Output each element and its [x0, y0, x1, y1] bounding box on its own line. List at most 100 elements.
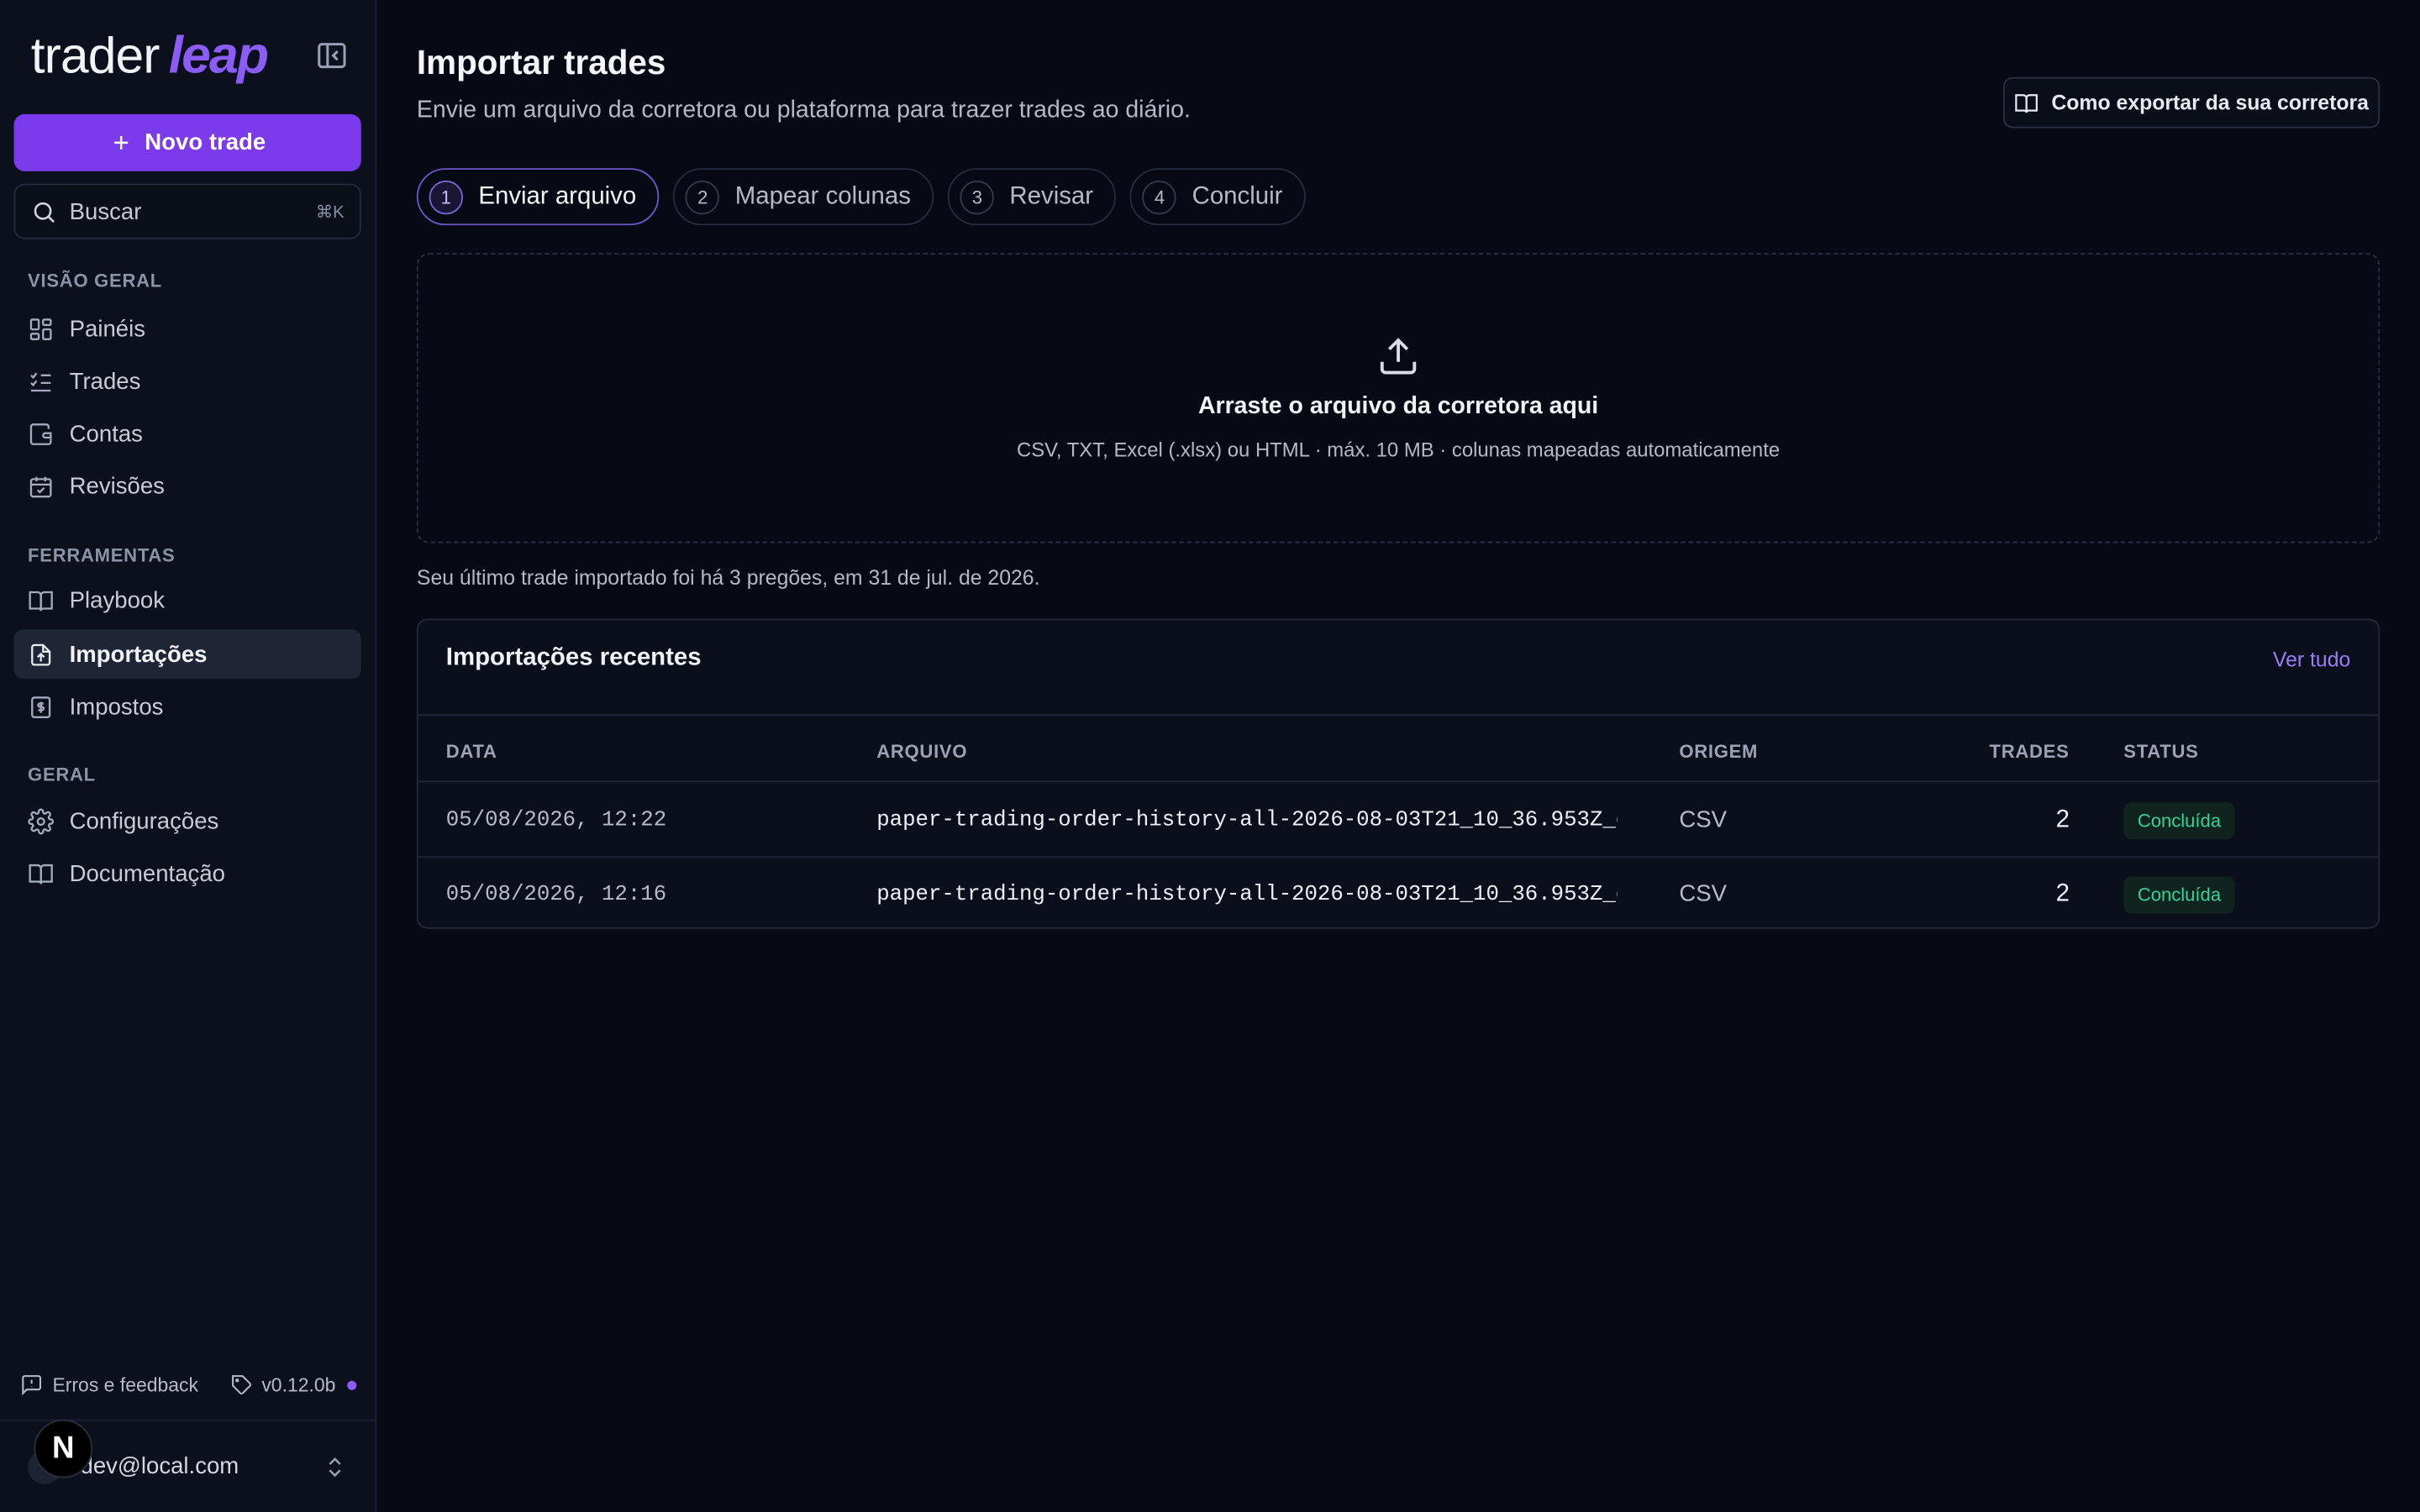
- step-upload[interactable]: 1 Enviar arquivo: [416, 168, 660, 226]
- sidebar-item-label: Trades: [69, 368, 141, 395]
- step-label: Enviar arquivo: [478, 182, 637, 209]
- step-finish[interactable]: 4 Concluir: [1130, 168, 1306, 226]
- import-status: Concluída: [2123, 784, 2235, 856]
- sidebar-item-label: Configurações: [69, 807, 219, 834]
- tag-icon: [231, 1375, 251, 1394]
- book-open-icon: [2015, 93, 2039, 113]
- step-map-columns[interactable]: 2 Mapear colunas: [673, 168, 934, 226]
- brand-text-leap: leap: [168, 25, 269, 85]
- page-subtitle: Envie um arquivo da corretora ou platafo…: [416, 97, 1191, 123]
- section-label-overview: VISÃO GERAL: [28, 270, 162, 292]
- import-origin: CSV: [1679, 806, 1727, 833]
- sidebar-item-importacoes[interactable]: Importações: [13, 629, 361, 680]
- table-row[interactable]: 05/08/2026, 12:22 paper-trading-order-hi…: [418, 784, 2379, 856]
- step-number: 4: [1142, 179, 1177, 214]
- page-title: Importar trades: [416, 43, 666, 82]
- book-icon: [29, 863, 53, 884]
- version-link[interactable]: v0.12.0b: [229, 1373, 358, 1397]
- see-all-link[interactable]: Ver tudo: [2273, 648, 2350, 671]
- dropzone-subtitle: CSV, TXT, Excel (.xlsx) ou HTML · máx. 1…: [1016, 438, 1781, 462]
- sidebar-item-label: Painéis: [69, 315, 146, 342]
- table-header: DATA ARQUIVO ORIGEM TRADES STATUS: [418, 714, 2379, 783]
- new-trade-button[interactable]: Novo trade: [13, 113, 361, 171]
- recent-imports-title: Importações recentes: [445, 644, 702, 671]
- column-header-status[interactable]: STATUS: [2123, 741, 2198, 763]
- recent-imports-card: Importações recentes Ver tudo DATA ARQUI…: [416, 618, 2381, 929]
- search-shortcut: ⌘K: [315, 202, 345, 222]
- sidebar-item-revisoes[interactable]: Revisões: [14, 461, 361, 511]
- file-upload-icon: [31, 643, 51, 665]
- sidebar-item-configuracoes[interactable]: Configurações: [14, 796, 361, 846]
- status-badge: Concluída: [2123, 875, 2235, 913]
- chevron-up-down-icon: [329, 1457, 341, 1477]
- column-header-file[interactable]: ARQUIVO: [876, 741, 967, 763]
- dashboard-icon: [29, 318, 52, 340]
- import-file: paper-trading-order-history-all-2026-08-…: [876, 881, 1618, 907]
- sidebar-item-label: Playbook: [69, 586, 166, 614]
- file-dropzone[interactable]: Arraste o arquivo da corretora aqui CSV,…: [416, 253, 2381, 543]
- step-label: Mapear colunas: [734, 182, 911, 209]
- feedback-link[interactable]: Erros e feedback: [20, 1373, 198, 1397]
- table-row[interactable]: 05/08/2026, 12:16 paper-trading-order-hi…: [418, 856, 2379, 927]
- import-trades-count: 2: [2055, 806, 2070, 832]
- wallet-icon: [29, 423, 52, 444]
- version-label: v0.12.0b: [261, 1373, 336, 1396]
- sidebar-item-label: Revisões: [69, 472, 165, 500]
- sidebar-item-label: Documentação: [69, 859, 225, 887]
- column-header-date[interactable]: DATA: [446, 741, 497, 763]
- import-file: paper-trading-order-history-all-2026-08-…: [876, 807, 1618, 832]
- dev-tools-badge[interactable]: N: [34, 1419, 93, 1478]
- export-guide-label: Como exportar da sua corretora: [2051, 91, 2369, 114]
- book-open-icon: [29, 590, 53, 611]
- export-guide-button[interactable]: Como exportar da sua corretora: [2003, 76, 2381, 129]
- message-alert-icon: [22, 1375, 42, 1396]
- import-trades-count: 2: [2055, 879, 2070, 907]
- sidebar-item-paineis[interactable]: Painéis: [14, 304, 361, 354]
- gear-icon: [28, 807, 55, 834]
- user-email: dev@local.com: [80, 1453, 239, 1480]
- brand-logo[interactable]: trader leap: [30, 24, 269, 86]
- sidebar-item-documentacao[interactable]: Documentação: [14, 848, 361, 898]
- sidebar-item-label: Importações: [69, 641, 208, 668]
- step-number: 2: [686, 179, 720, 214]
- sidebar-item-playbook[interactable]: Playbook: [14, 575, 361, 625]
- column-header-trades[interactable]: TRADES: [1990, 741, 2070, 763]
- sidebar-item-contas[interactable]: Contas: [14, 409, 361, 459]
- search-icon: [34, 201, 55, 223]
- step-number: 1: [429, 179, 464, 214]
- step-number: 3: [960, 179, 995, 214]
- calendar-check-icon: [29, 475, 52, 497]
- version-status-dot: [348, 1379, 358, 1389]
- brand-text-trader: trader: [30, 26, 160, 84]
- search-box[interactable]: ⌘K: [13, 183, 361, 239]
- import-status: Concluída: [2123, 858, 2235, 927]
- upload-icon: [1380, 338, 1417, 375]
- column-header-origin[interactable]: ORIGEM: [1679, 741, 1758, 763]
- checklist-icon: [30, 371, 51, 391]
- new-trade-label: Novo trade: [145, 129, 266, 156]
- sidebar: trader leap Novo trade ⌘K VISÃO GERAL Pa…: [0, 0, 377, 1512]
- receipt-dollar-icon: [31, 696, 51, 718]
- step-label: Concluir: [1192, 182, 1283, 209]
- sidebar-item-impostos[interactable]: Impostos: [14, 682, 361, 732]
- feedback-label: Erros e feedback: [52, 1373, 199, 1396]
- sidebar-item-trades[interactable]: Trades: [14, 356, 361, 406]
- last-import-note: Seu último trade importado foi há 3 preg…: [416, 566, 1040, 590]
- step-label: Revisar: [1009, 182, 1094, 209]
- sidebar-item-label: Contas: [69, 420, 143, 447]
- section-label-tools: FERRAMENTAS: [28, 544, 176, 567]
- search-input[interactable]: [69, 198, 304, 225]
- sidebar-item-label: Impostos: [69, 693, 164, 720]
- sidebar-footer: Erros e feedback v0.12.0b: [20, 1373, 358, 1397]
- collapse-sidebar-icon[interactable]: [315, 39, 349, 72]
- main-content: Importar trades Envie um arquivo da corr…: [376, 0, 2420, 1512]
- status-badge: Concluída: [2123, 801, 2235, 839]
- import-stepper: 1 Enviar arquivo 2 Mapear colunas 3 Revi…: [416, 168, 1306, 226]
- section-label-general: GERAL: [28, 764, 96, 785]
- step-review[interactable]: 3 Revisar: [947, 168, 1117, 226]
- import-date: 05/08/2026, 12:22: [445, 807, 667, 832]
- plus-icon: [113, 135, 128, 150]
- import-date: 05/08/2026, 12:16: [445, 881, 667, 907]
- import-origin: CSV: [1679, 880, 1727, 907]
- dropzone-title: Arraste o arquivo da corretora aqui: [1197, 393, 1599, 420]
